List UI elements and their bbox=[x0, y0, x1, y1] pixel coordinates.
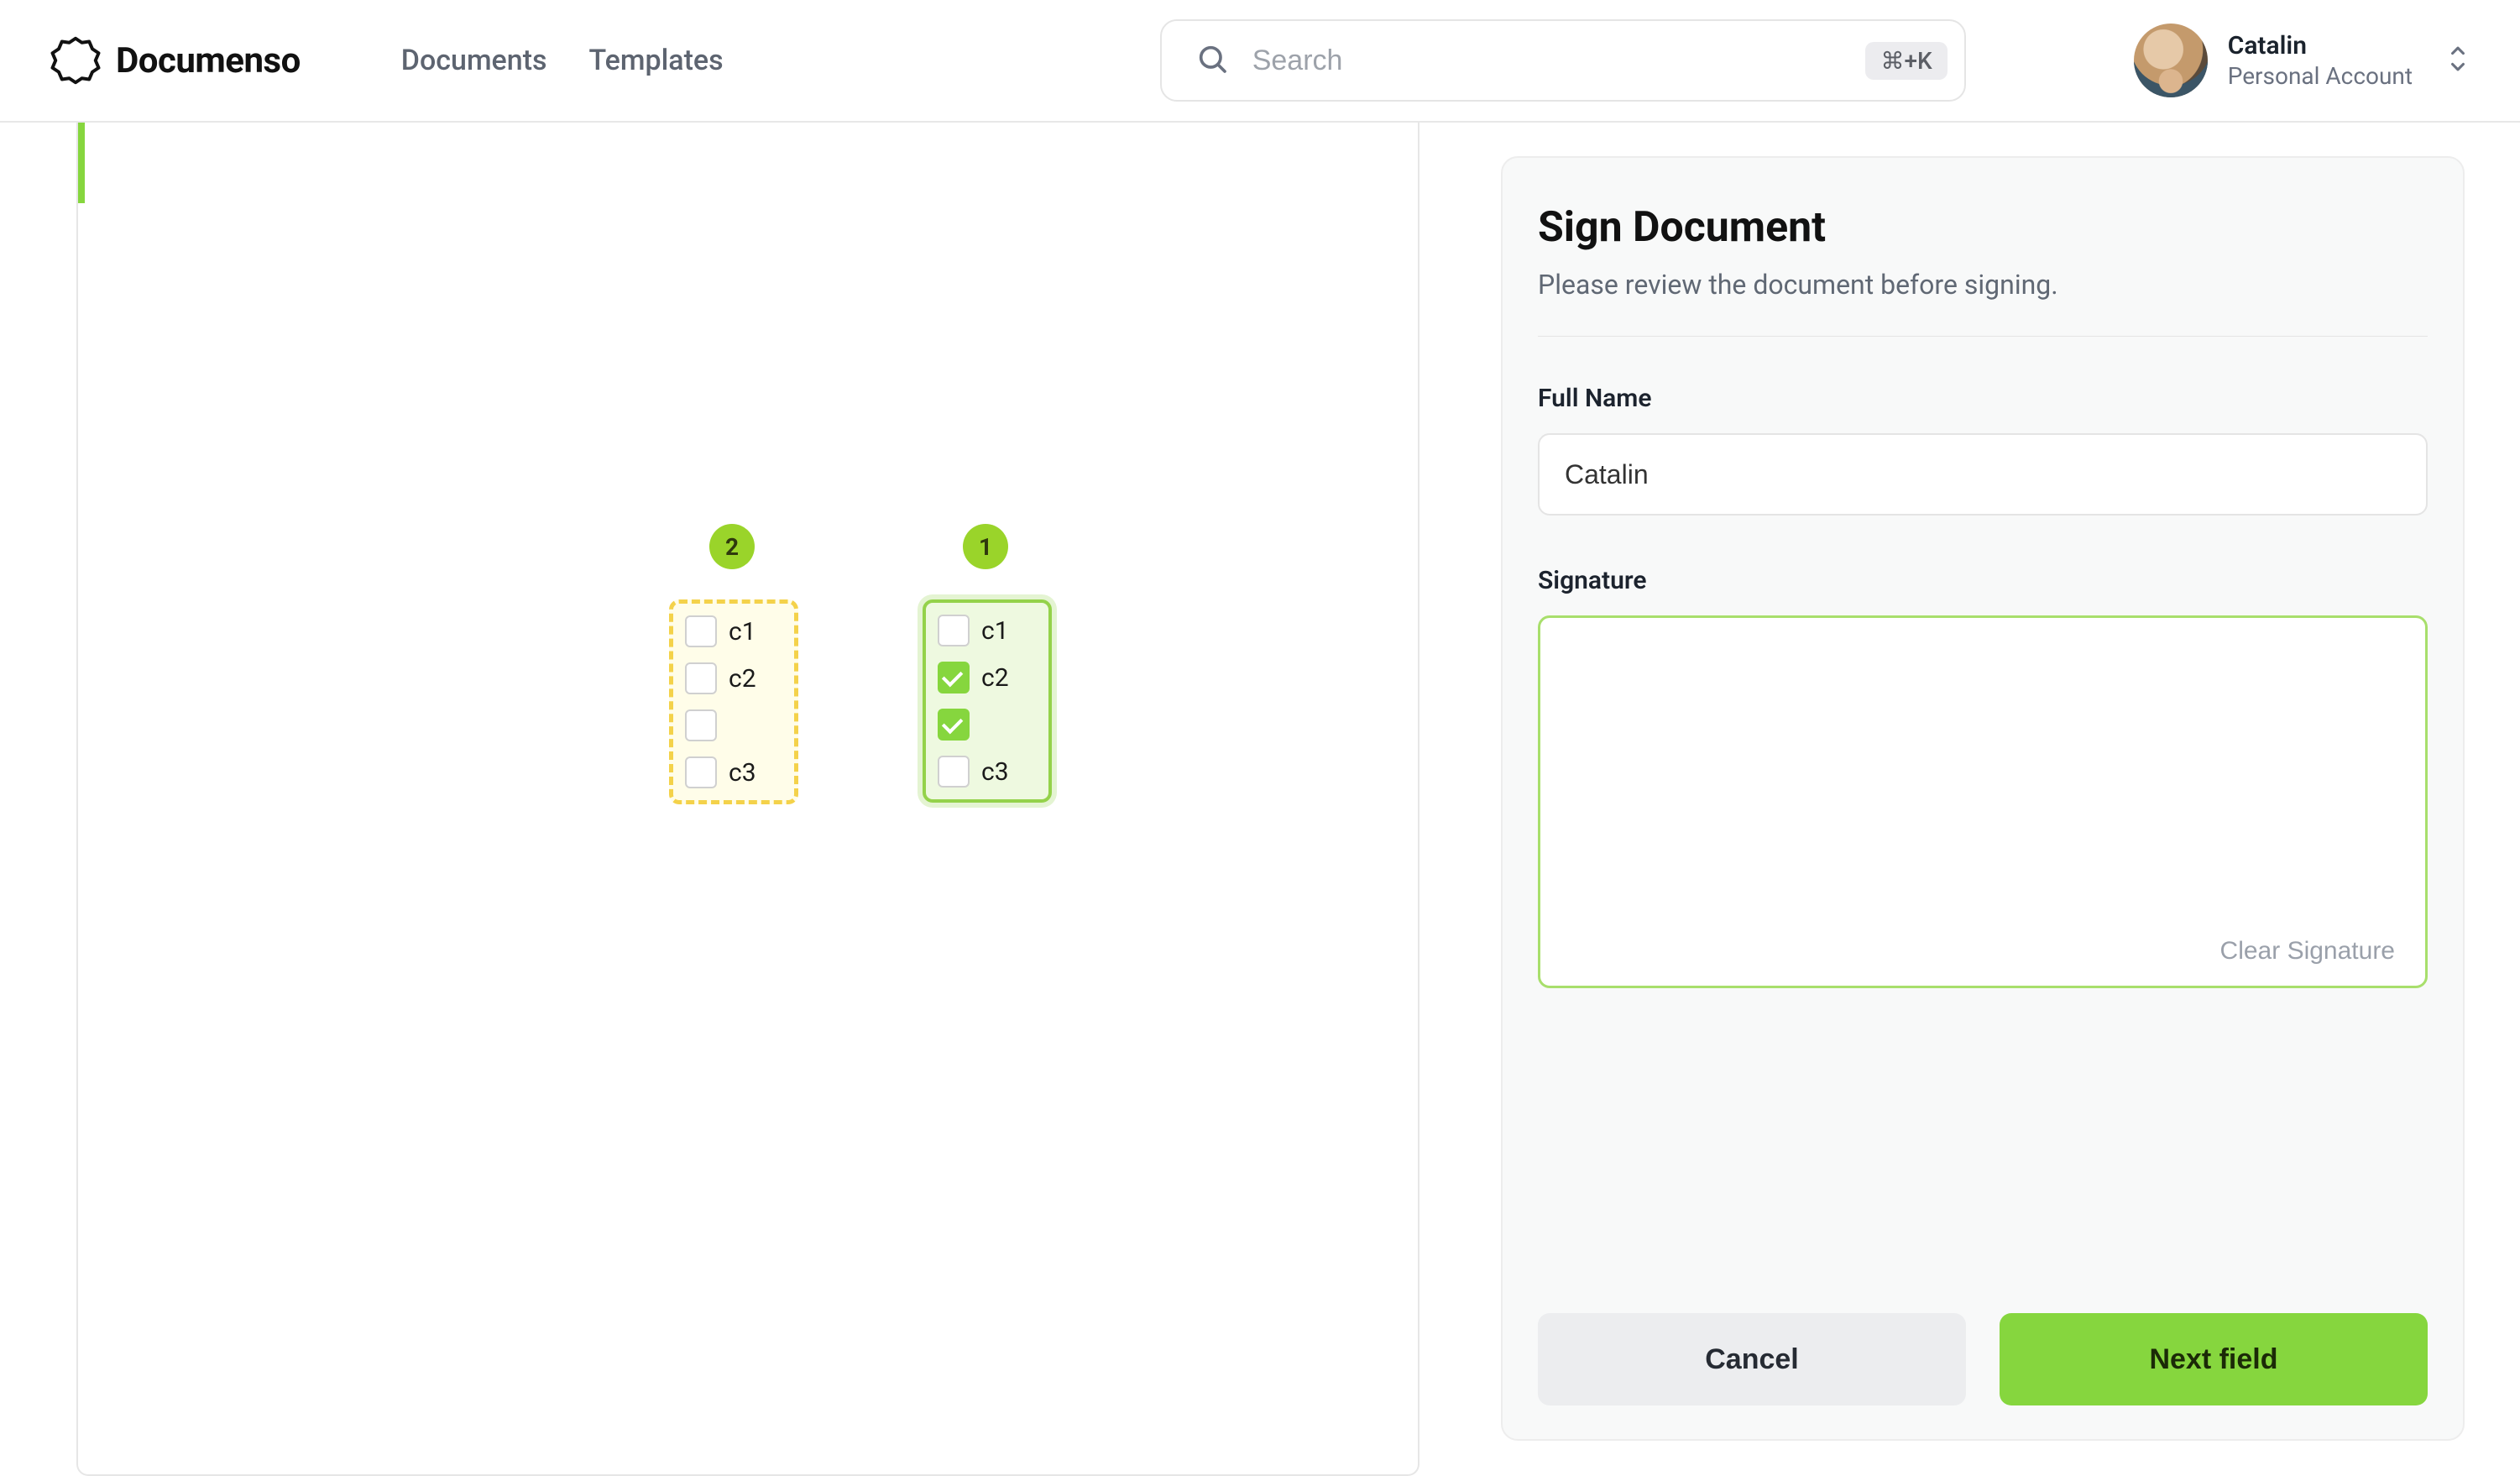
checkbox[interactable] bbox=[938, 615, 970, 646]
checkbox-field-pending[interactable]: c1 c2 c3 bbox=[669, 599, 798, 804]
checkbox[interactable] bbox=[685, 662, 717, 694]
document-page[interactable]: 2 1 c1 c2 c3 bbox=[76, 123, 1419, 1476]
search-shortcut-badge: ⌘+K bbox=[1865, 42, 1947, 80]
user-name: Catalin bbox=[2228, 31, 2413, 60]
checkbox[interactable] bbox=[685, 709, 717, 741]
checkbox-row[interactable]: c3 bbox=[685, 756, 782, 788]
full-name-input[interactable] bbox=[1538, 433, 2428, 516]
clear-signature-button[interactable]: Clear Signature bbox=[2220, 937, 2395, 966]
panel-actions: Cancel Next field bbox=[1538, 1313, 2428, 1405]
left-gutter bbox=[0, 123, 50, 1476]
checkbox-row[interactable]: c2 bbox=[938, 662, 1037, 694]
checkbox-label: c2 bbox=[729, 664, 756, 694]
brand-badge-icon bbox=[50, 35, 101, 86]
sign-panel-column: Sign Document Please review the document… bbox=[1446, 123, 2520, 1476]
signature-label: Signature bbox=[1538, 566, 2428, 595]
brand-name: Documenso bbox=[116, 40, 301, 81]
checkbox[interactable] bbox=[938, 756, 970, 788]
field-order-badge-1: 1 bbox=[963, 524, 1008, 569]
checkbox-label: c1 bbox=[981, 616, 1009, 646]
checkbox-checked[interactable] bbox=[938, 662, 970, 694]
nav-templates[interactable]: Templates bbox=[589, 44, 724, 77]
checkbox-row[interactable]: c1 bbox=[685, 615, 782, 647]
checkbox-field-active[interactable]: c1 c2 c3 bbox=[923, 599, 1052, 803]
account-labels: Catalin Personal Account bbox=[2228, 31, 2413, 90]
checkbox-label: c1 bbox=[729, 617, 756, 646]
signature-pad[interactable]: Clear Signature bbox=[1538, 615, 2428, 988]
field-order-badge-2: 2 bbox=[709, 524, 755, 569]
checkbox-row[interactable]: c2 bbox=[685, 662, 782, 694]
app-header: Documenso Documents Templates ⌘+K Catali… bbox=[0, 0, 2520, 123]
divider bbox=[1538, 336, 2428, 337]
main-area: 2 1 c1 c2 c3 bbox=[0, 123, 2520, 1476]
checkbox-row[interactable] bbox=[685, 709, 782, 741]
page-accent-stripe bbox=[78, 123, 85, 203]
checkbox-label: c3 bbox=[729, 758, 756, 788]
search-input[interactable] bbox=[1252, 44, 1843, 77]
chevron-up-down-icon bbox=[2446, 44, 2470, 77]
account-type: Personal Account bbox=[2228, 62, 2413, 90]
cancel-button[interactable]: Cancel bbox=[1538, 1313, 1966, 1405]
checkbox[interactable] bbox=[685, 615, 717, 647]
account-menu[interactable]: Catalin Personal Account bbox=[2134, 24, 2470, 97]
panel-title: Sign Document bbox=[1538, 203, 2428, 252]
checkbox[interactable] bbox=[685, 756, 717, 788]
primary-nav: Documents Templates bbox=[401, 44, 724, 77]
checkbox-checked[interactable] bbox=[938, 709, 970, 741]
sign-panel: Sign Document Please review the document… bbox=[1501, 156, 2465, 1441]
search-bar[interactable]: ⌘+K bbox=[1160, 19, 1966, 102]
checkbox-row[interactable]: c3 bbox=[938, 756, 1037, 788]
nav-documents[interactable]: Documents bbox=[401, 44, 547, 77]
checkbox-label: c2 bbox=[981, 663, 1009, 693]
checkbox-row[interactable]: c1 bbox=[938, 615, 1037, 646]
avatar bbox=[2134, 24, 2208, 97]
full-name-label: Full Name bbox=[1538, 384, 2428, 413]
search-icon bbox=[1195, 42, 1229, 79]
document-column: 2 1 c1 c2 c3 bbox=[50, 123, 1446, 1476]
checkbox-label: c3 bbox=[981, 757, 1009, 787]
panel-subtitle: Please review the document before signin… bbox=[1538, 269, 2428, 301]
brand[interactable]: Documenso bbox=[50, 35, 301, 86]
checkbox-row[interactable] bbox=[938, 709, 1037, 741]
next-field-button[interactable]: Next field bbox=[2000, 1313, 2428, 1405]
